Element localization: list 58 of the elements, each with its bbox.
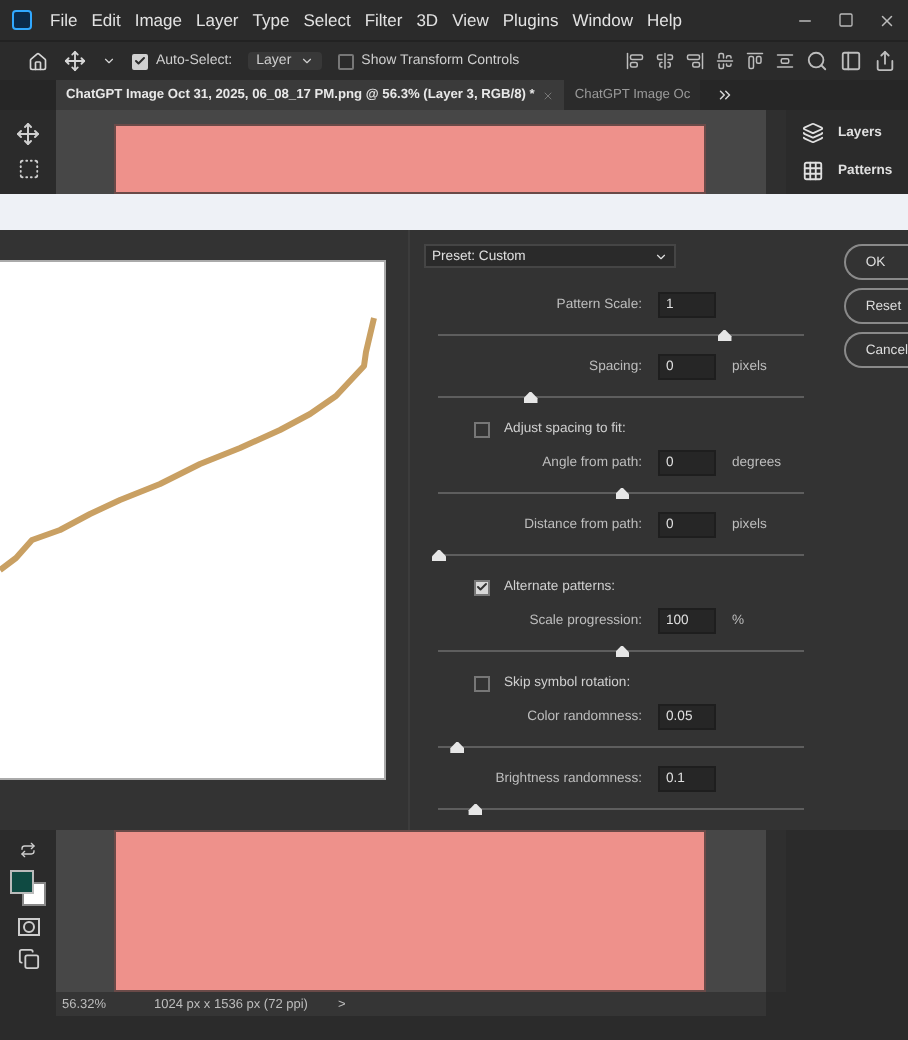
home-icon[interactable] [28,51,48,71]
menu-item[interactable]: Edit [91,10,121,30]
slider[interactable] [438,549,804,561]
menu-item[interactable]: File [50,10,78,30]
slider-thumb[interactable] [615,487,629,499]
more-tabs-icon[interactable] [716,86,735,104]
menu-item[interactable]: Layer [195,10,239,30]
menu-item[interactable]: Type [252,10,290,30]
caret-icon [299,54,314,68]
menu-item[interactable]: Plugins [502,10,559,30]
move-tool-icon[interactable] [16,122,40,146]
checkbox[interactable] [474,675,490,691]
marquee-tool-icon[interactable] [17,158,39,180]
align-center-icon[interactable] [656,52,674,70]
menu-item[interactable]: 3D [416,10,439,30]
menu-item[interactable]: Select [303,10,351,30]
menu-item[interactable]: Help [646,10,682,30]
menu-item[interactable]: Filter [364,10,403,30]
slider-thumb[interactable] [615,645,629,657]
panel-icon[interactable] [840,50,862,72]
scrollbar[interactable] [766,110,786,194]
scrollbar[interactable] [766,830,786,992]
align-top-icon[interactable] [746,52,764,70]
slider[interactable] [438,487,804,499]
quick-mask-icon[interactable] [17,918,39,936]
slider[interactable] [438,741,804,753]
checkbox[interactable] [474,421,490,437]
app-logo-icon[interactable] [12,10,32,30]
close-icon[interactable] [878,11,896,29]
caret-icon[interactable] [102,54,116,68]
slider[interactable] [438,391,804,403]
align-right-icon[interactable] [686,52,704,70]
distribute-icon[interactable] [776,52,794,70]
caret-icon [654,249,668,263]
align-middle-icon[interactable] [716,52,734,70]
slider[interactable] [438,803,804,815]
menu-item[interactable]: Image [134,10,182,30]
slider-thumb[interactable] [450,741,465,753]
slider-thumb[interactable] [717,329,732,341]
screen-mode-icon[interactable] [17,948,39,970]
grid-icon[interactable] [802,160,824,182]
swap-colors-icon[interactable] [20,842,36,858]
align-left-icon[interactable] [626,52,644,70]
slider-thumb[interactable] [432,549,446,561]
menu-item[interactable]: View [452,10,489,30]
slider[interactable] [438,329,804,341]
share-icon[interactable] [874,50,896,72]
menu-item[interactable]: Window [572,10,633,30]
slider[interactable] [438,645,804,657]
color-swatches[interactable] [10,870,46,906]
slider-thumb[interactable] [523,391,538,403]
maximize-icon[interactable] [838,12,854,28]
checkbox[interactable] [337,53,354,69]
layers-icon[interactable] [802,122,824,144]
slider-thumb[interactable] [468,803,483,815]
search-icon[interactable] [806,50,828,72]
move-icon[interactable] [64,50,86,72]
checkbox[interactable] [474,579,490,595]
